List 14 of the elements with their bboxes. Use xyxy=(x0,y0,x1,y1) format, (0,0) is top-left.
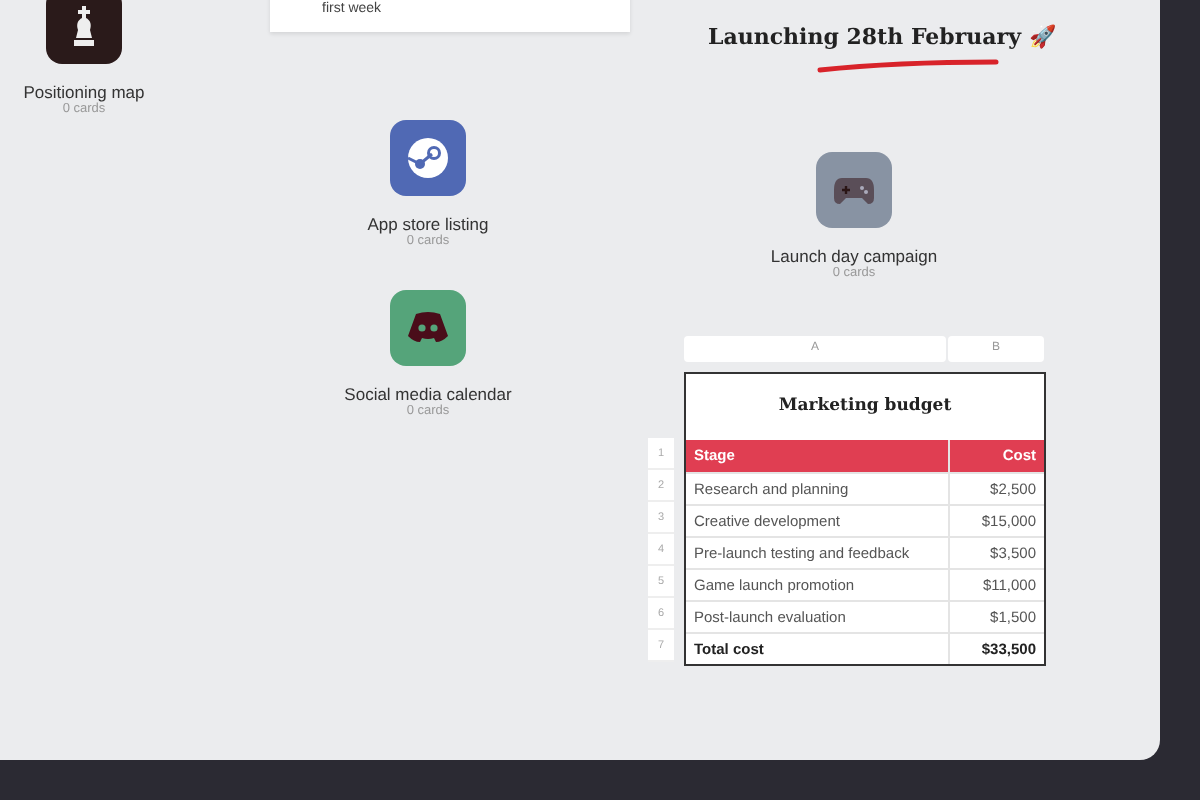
board-tile[interactable] xyxy=(46,0,122,64)
board-title[interactable]: App store listing xyxy=(367,214,489,235)
board-title[interactable]: Launch day campaign xyxy=(770,246,938,267)
board-tile[interactable] xyxy=(390,290,466,366)
board-title[interactable]: Positioning map xyxy=(23,82,145,103)
chess-king-icon xyxy=(68,4,100,48)
discord-logo-icon xyxy=(406,312,450,344)
board-title[interactable]: Social media calendar xyxy=(344,384,512,405)
sheet-title: Marketing budget xyxy=(776,394,954,420)
board-tile[interactable] xyxy=(816,152,892,228)
gamepad-icon xyxy=(832,174,876,206)
steam-logo-icon xyxy=(406,136,450,180)
board-heading: Launching 28th February 🚀 xyxy=(708,22,1057,54)
board-tile[interactable] xyxy=(390,120,466,196)
